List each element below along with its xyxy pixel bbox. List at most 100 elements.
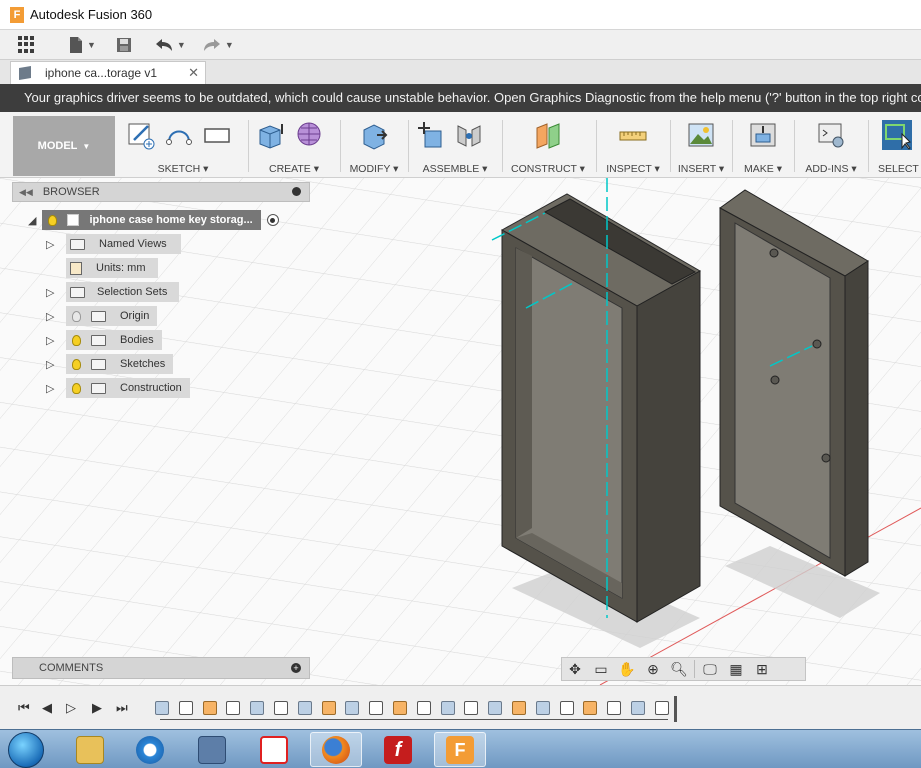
expand-arrow-icon[interactable]: ▷ (46, 286, 66, 299)
browser-item-sketches[interactable]: ▷ Sketches (46, 354, 174, 374)
timeline-feature-icon[interactable] (345, 701, 360, 715)
insert-group[interactable]: INSERT ▾ (674, 116, 728, 176)
timeline-feature-icon[interactable] (178, 701, 193, 715)
browser-panel-header[interactable]: ◀◀ BROWSER (12, 182, 310, 202)
timeline-feature-icon[interactable] (226, 701, 241, 715)
timeline-feature-icon[interactable] (155, 701, 169, 715)
timeline-feature-icon[interactable] (512, 701, 526, 715)
expand-arrow-icon[interactable]: ▷ (46, 382, 66, 395)
add-ins-group[interactable]: ADD-INS ▾ (798, 116, 864, 176)
timeline-feature-icon[interactable] (559, 701, 574, 715)
construct-group-label: CONSTRUCT (511, 163, 577, 175)
browser-root-row[interactable]: ◢ iphone case home key storag... (28, 210, 279, 230)
timeline-feature-icon[interactable] (297, 701, 312, 715)
pan-icon[interactable]: ✋ (614, 659, 640, 679)
iphone-case-lid[interactable] (719, 189, 869, 577)
timeline-feature-icon[interactable] (607, 701, 622, 715)
display-settings-icon[interactable]: 🖵 (697, 659, 723, 679)
collapse-arrow-icon[interactable]: ◢ (28, 214, 36, 227)
ribbon-divider (248, 120, 249, 172)
visibility-bulb-icon[interactable] (72, 310, 81, 322)
joint-icon (457, 125, 481, 147)
grid-settings-icon[interactable]: ▦ (723, 659, 749, 679)
workspace-switcher-button[interactable]: MODEL ▼ (13, 116, 115, 176)
timeline-feature-icon[interactable] (488, 701, 503, 715)
zoom-icon[interactable]: ⊕ (640, 659, 666, 679)
sketch-group[interactable]: SKETCH ▾ (122, 116, 244, 176)
redo-button[interactable]: ▼ (202, 33, 234, 57)
timeline-feature-icon[interactable] (274, 701, 288, 715)
taskbar-firefox[interactable] (310, 732, 362, 767)
save-button[interactable] (116, 33, 132, 57)
activate-radio-icon[interactable] (266, 214, 279, 226)
last-icon[interactable]: ⏭ (116, 700, 128, 716)
browser-item-named-views[interactable]: ▷ Named Views (46, 234, 181, 254)
visibility-bulb-icon[interactable] (48, 214, 58, 226)
expand-arrow-icon[interactable]: ▷ (46, 310, 66, 323)
inspect-group[interactable]: INSPECT ▾ (600, 116, 666, 176)
design-timeline: ⏮ ◀ ▷ ▶ ⏭ (0, 685, 921, 729)
file-menu-button[interactable]: ▼ (68, 33, 96, 57)
create-group[interactable]: CREATE ▾ (252, 116, 336, 176)
timeline-feature-icon[interactable] (393, 701, 407, 715)
expand-arrow-icon[interactable]: ▷ (46, 358, 66, 371)
viewports-icon[interactable]: ⊞ (749, 659, 775, 679)
taskbar-internet-explorer[interactable] (124, 732, 176, 767)
3d-viewport[interactable] (0, 178, 921, 685)
flash-icon: f (384, 735, 412, 764)
assemble-group[interactable]: ASSEMBLE ▾ (412, 116, 498, 176)
modify-group[interactable]: MODIFY ▾ (344, 116, 404, 176)
taskbar-flash[interactable]: f (372, 732, 424, 767)
timeline-feature-icon[interactable] (631, 701, 645, 715)
visibility-bulb-icon[interactable] (72, 334, 81, 346)
apps-grid-icon[interactable] (18, 35, 36, 54)
make-group[interactable]: MAKE ▾ (736, 116, 790, 176)
visibility-bulb-icon[interactable] (72, 382, 81, 394)
comments-panel-header[interactable]: COMMENTS + (12, 657, 310, 679)
select-group[interactable]: SELECT ▾ (872, 116, 921, 176)
timeline-marker[interactable] (674, 696, 677, 722)
fusion-360-icon: F (446, 735, 474, 764)
timeline-feature-icon[interactable] (416, 701, 431, 715)
timeline-feature-icon[interactable] (202, 701, 217, 715)
previous-icon[interactable]: ◀ (42, 700, 52, 716)
visibility-bulb-icon[interactable] (72, 358, 81, 370)
browser-item-construction[interactable]: ▷ Construction (46, 378, 190, 398)
collapse-browser-icon[interactable]: ◀◀ (19, 187, 33, 198)
orbit-icon[interactable]: ✥ (562, 659, 588, 679)
play-icon[interactable]: ▷ (66, 700, 76, 716)
model-scene[interactable] (0, 178, 921, 685)
fit-icon[interactable]: 🔍︎ (666, 659, 692, 679)
add-comment-icon[interactable]: + (291, 663, 301, 673)
browser-item-label: Bodies (120, 334, 154, 346)
taskbar-file-explorer[interactable] (64, 732, 116, 767)
iphone-case-body[interactable] (500, 193, 702, 623)
close-tab-icon[interactable]: ✕ (188, 65, 199, 81)
expand-arrow-icon[interactable]: ▷ (46, 238, 66, 251)
taskbar-fusion-360[interactable]: F (434, 732, 486, 767)
timeline-feature-icon[interactable] (321, 701, 336, 715)
timeline-feature-icon[interactable] (583, 701, 598, 715)
timeline-feature-icon[interactable] (535, 701, 550, 715)
browser-item-units[interactable]: Units: mm (66, 258, 158, 278)
windows-start-icon[interactable] (8, 732, 44, 768)
undo-button[interactable]: ▼ (154, 33, 186, 57)
timeline-feature-icon[interactable] (440, 701, 455, 715)
browser-item-selection-sets[interactable]: ▷ Selection Sets (46, 282, 180, 302)
timeline-feature-icon[interactable] (654, 701, 669, 715)
minimize-browser-icon[interactable] (292, 187, 301, 196)
timeline-feature-icon[interactable] (369, 701, 384, 715)
browser-item-origin[interactable]: ▷ Origin (46, 306, 158, 326)
design-cube-icon (19, 65, 31, 81)
timeline-feature-icon[interactable] (464, 701, 479, 715)
taskbar-app-star[interactable] (186, 732, 238, 767)
first-icon[interactable]: ⏮ (18, 700, 30, 716)
timeline-feature-icon[interactable] (250, 701, 265, 715)
look-at-icon[interactable]: ▭ (588, 659, 614, 679)
next-icon[interactable]: ▶ (92, 700, 102, 716)
expand-arrow-icon[interactable]: ▷ (46, 334, 66, 347)
document-tab[interactable]: iphone ca...torage v1 ✕ (10, 61, 206, 84)
taskbar-app-red[interactable] (248, 732, 300, 767)
browser-item-bodies[interactable]: ▷ Bodies (46, 330, 162, 350)
construct-group[interactable]: CONSTRUCT ▾ (506, 116, 590, 176)
